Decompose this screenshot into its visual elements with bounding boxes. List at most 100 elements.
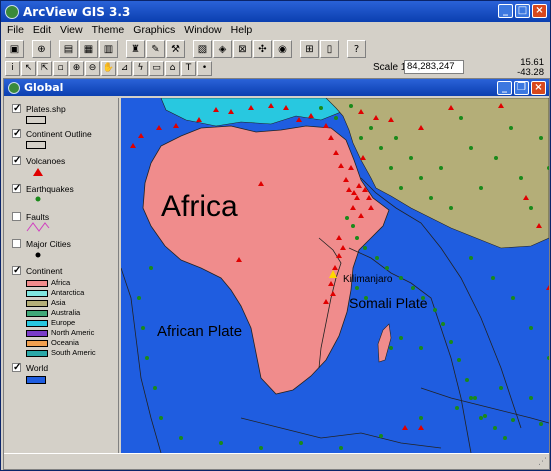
earthquake-symbol [35,196,41,202]
legend-swatch [26,319,48,327]
minimize-icon[interactable]: _ [498,4,513,18]
earthquake-marker [493,426,497,430]
title-bar[interactable]: ArcView GIS 3.3 _ □ × [1,1,550,22]
earthquake-marker [479,416,483,420]
continent-checkbox[interactable]: ✓ [12,266,21,276]
zoom-selected-icon[interactable]: ⊠ [233,40,252,58]
legend-row: Asia [26,298,66,307]
earthquake-marker [375,256,379,260]
earthquakes-checkbox[interactable]: ✓ [12,184,21,194]
vertex-edit-icon[interactable]: ⇱ [37,60,52,76]
menu-help[interactable]: Help [231,23,253,38]
earthquake-marker [469,396,473,400]
somali-plate-label: Somali Plate [349,295,428,311]
arcview-globe-icon [5,4,19,19]
hotlink-icon[interactable]: ϟ [133,60,148,76]
query-builder-icon[interactable]: ⚒ [166,40,185,58]
legend-row: Africa [26,278,70,287]
plates-checkbox[interactable]: ✓ [12,104,21,114]
earthquake-marker [399,336,403,340]
menu-file[interactable]: File [7,23,24,38]
earthquake-marker [465,378,469,382]
legend-label: Australia [51,308,81,317]
major-cities-checkbox[interactable] [12,239,21,248]
zoom-out-icon[interactable]: ⊖ [85,60,100,76]
select-feature-icon[interactable]: ▫ [53,60,68,76]
earthquake-marker [511,418,515,422]
help-icon[interactable]: ? [347,40,366,58]
legend-label: North Americ [51,328,95,337]
legend-swatch [26,289,48,297]
pointer-icon[interactable]: ↖ [21,60,36,76]
earthquake-marker [149,266,153,270]
text-icon[interactable]: T [181,60,196,76]
save-icon[interactable]: ▣ [5,40,24,58]
zoom-full-icon[interactable]: ▧ [193,40,212,58]
earthquake-marker [483,414,487,418]
legend-row: Europe [26,318,75,327]
earthquake-marker [441,322,445,326]
earthquake-marker [145,356,149,360]
view-restore-icon[interactable]: ❐ [514,81,529,95]
identify-icon[interactable]: i [5,60,20,76]
maximize-icon[interactable]: □ [515,4,530,18]
earthquake-marker [394,136,398,140]
earthquake-marker [499,386,503,390]
label-icon[interactable]: ⌂ [165,60,180,76]
area-of-interest-icon[interactable]: ▭ [149,60,164,76]
scale-input[interactable]: 84,283,247 [404,60,464,74]
continent-outline-checkbox[interactable]: ✓ [12,129,21,139]
earthquake-marker [219,441,223,445]
legend-editor-icon[interactable]: ▦ [79,40,98,58]
menu-window[interactable]: Window [184,23,221,38]
table-icon[interactable]: ▥ [99,40,118,58]
map-canvas[interactable]: Africa African Plate Somali Plate Kilima… [121,98,549,453]
legend-swatch [26,279,48,287]
earthquake-marker [449,340,453,344]
legend-swatch [26,299,48,307]
find-icon[interactable]: ♜ [126,40,145,58]
earthquake-marker [494,156,498,160]
resize-grip-icon[interactable]: ⋰ [538,457,547,467]
zoom-active-icon[interactable]: ◈ [213,40,232,58]
africa-label: Africa [161,190,238,223]
menu-graphics[interactable]: Graphics [133,23,175,38]
menu-edit[interactable]: Edit [33,23,51,38]
earthquake-marker [349,104,353,108]
add-theme-icon[interactable]: ⊕ [32,40,51,58]
earthquake-marker [511,296,515,300]
clear-selection-icon[interactable]: ▯ [320,40,339,58]
zoom-out-fixed-icon[interactable]: ◉ [273,40,292,58]
cursor-coordinates: 15.61 -43.28 [517,58,544,78]
view-title-bar[interactable]: Global _ ❐ × [4,79,549,96]
select-by-theme-icon[interactable]: ⊞ [300,40,319,58]
view-close-icon[interactable]: × [531,81,546,95]
locate-icon[interactable]: ✎ [146,40,165,58]
legend-row: South Americ [26,348,96,357]
table-of-contents: ✓ Plates.shp ✓ Continent Outline ✓ Volca… [6,98,119,453]
coord-y: -43.28 [517,67,544,78]
earthquake-marker [469,146,473,150]
view-minimize-icon[interactable]: _ [497,81,512,95]
kilimanjaro-label: Kilimanjaro [343,274,393,285]
earthquake-marker [389,166,393,170]
map-display[interactable]: Africa African Plate Somali Plate Kilima… [121,98,549,453]
zoom-in-icon[interactable]: ⊕ [69,60,84,76]
world-checkbox[interactable]: ✓ [12,363,21,373]
measure-icon[interactable]: ⊿ [117,60,132,76]
faults-checkbox[interactable] [12,212,21,221]
volcanoes-checkbox[interactable]: ✓ [12,156,21,166]
pan-icon[interactable]: ✋ [101,60,116,76]
earthquake-marker [519,176,523,180]
earthquake-marker [459,116,463,120]
world-symbol [26,376,46,384]
menu-theme[interactable]: Theme [92,23,125,38]
menu-view[interactable]: View [60,23,83,38]
view-title: Global [24,81,64,94]
draw-icon[interactable]: • [197,60,212,76]
earthquake-marker [299,441,303,445]
theme-name: Continent [26,266,63,276]
zoom-in-fixed-icon[interactable]: ✣ [253,40,272,58]
theme-properties-icon[interactable]: ▤ [59,40,78,58]
close-icon[interactable]: × [532,4,547,18]
